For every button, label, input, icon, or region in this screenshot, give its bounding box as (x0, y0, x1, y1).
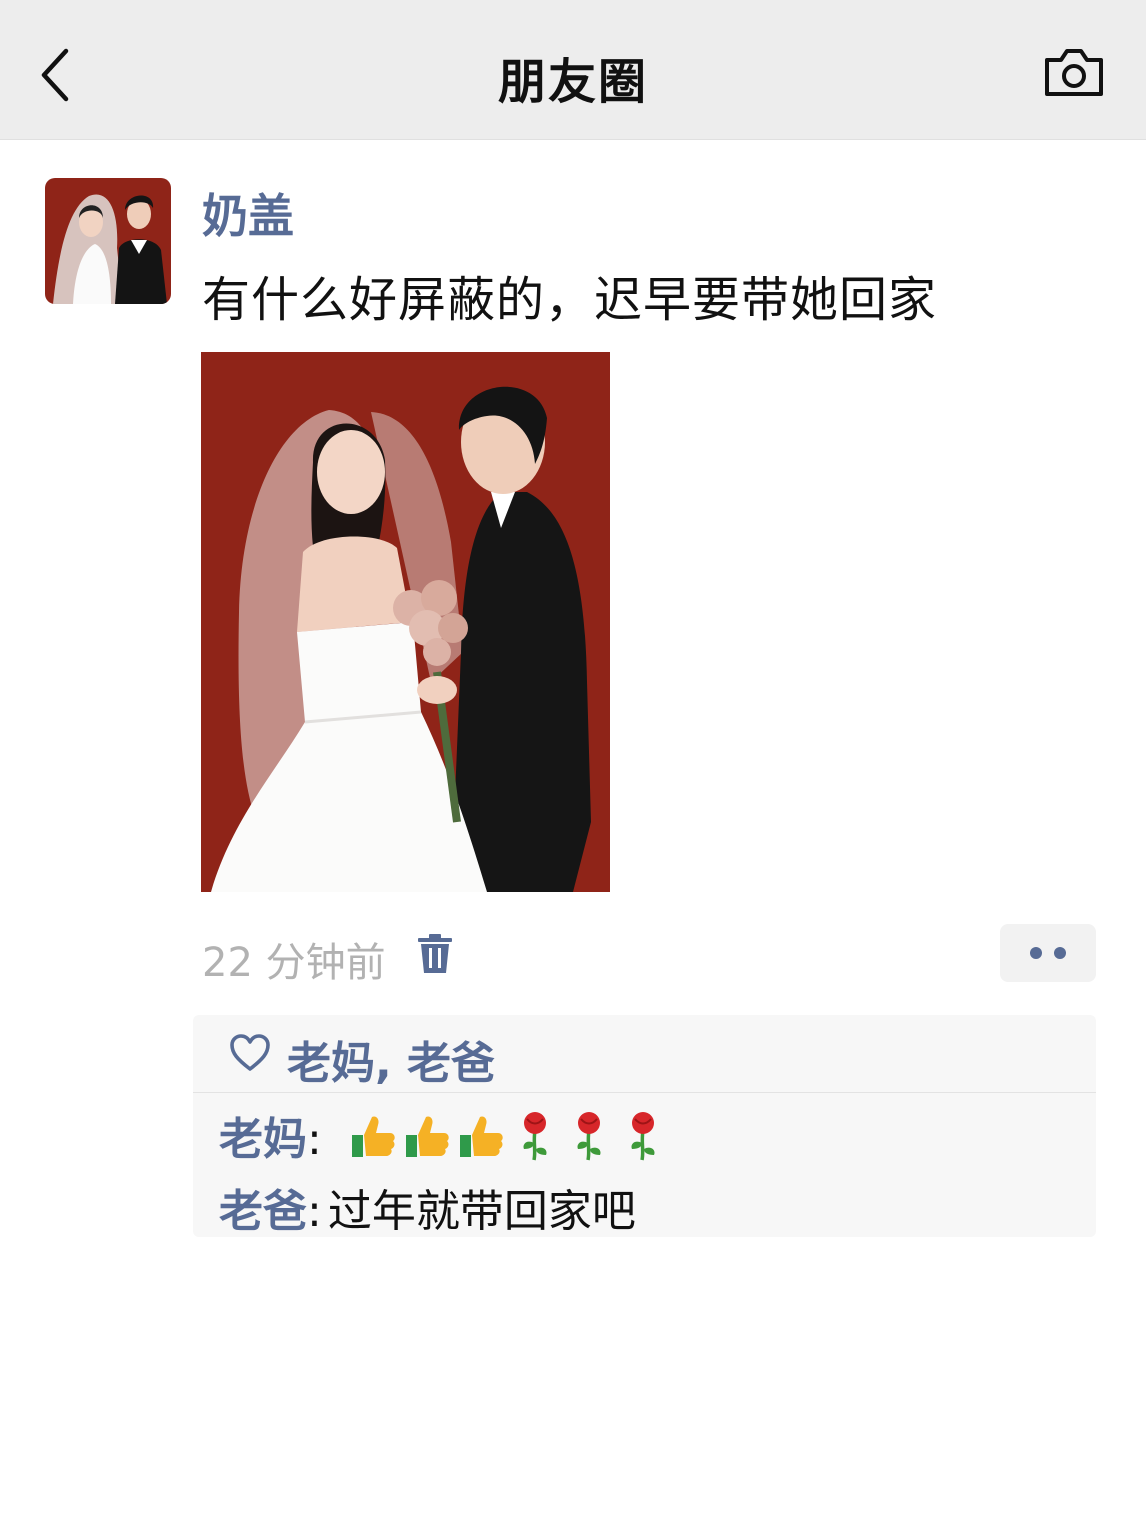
trash-icon (418, 934, 452, 973)
heart-outline-icon (230, 1034, 270, 1071)
rose-icon (577, 1112, 601, 1161)
post-photo[interactable] (201, 352, 610, 892)
camera-button[interactable] (1040, 44, 1108, 100)
wedding-photo-image (201, 352, 610, 892)
more-actions-button[interactable] (1000, 924, 1096, 982)
author-name[interactable]: 奶盖 (202, 180, 294, 246)
nav-bar: 朋友圈 (0, 0, 1146, 140)
comment-separator: : (307, 1114, 322, 1165)
comment-item: 老爸: 过年就带回家吧 (219, 1175, 636, 1239)
more-dots-icon (1054, 947, 1066, 959)
rose-icon (631, 1112, 655, 1161)
thumbs-up-icon (351, 1116, 395, 1157)
more-dots-icon (1030, 947, 1042, 959)
likes-row: 老妈, 老爸 (193, 1015, 1096, 1093)
comment-author[interactable]: 老妈 (219, 1114, 307, 1165)
thumbs-up-icon (405, 1116, 449, 1157)
comment-author[interactable]: 老爸 (219, 1186, 307, 1237)
comment-emojis (350, 1111, 666, 1161)
comment-separator: : (307, 1186, 322, 1237)
liker-names[interactable]: 老妈, 老爸 (287, 1027, 495, 1091)
comment-text: 过年就带回家吧 (327, 1186, 636, 1237)
post-timestamp: 22 分钟前 (202, 940, 386, 986)
delete-button[interactable] (414, 930, 456, 978)
post-text: 有什么好屏蔽的，迟早要带她回家 (202, 272, 938, 328)
page-title: 朋友圈 (497, 54, 648, 110)
rose-icon (523, 1112, 547, 1161)
thumbs-up-icon (459, 1116, 503, 1157)
comment-item: 老妈: (219, 1103, 666, 1167)
likes-comments-panel: 老妈, 老爸 老妈: 老爸: 过年就带回家吧 (193, 1015, 1096, 1237)
avatar[interactable] (45, 178, 171, 304)
avatar-photo (45, 178, 171, 304)
camera-icon (1045, 49, 1103, 96)
